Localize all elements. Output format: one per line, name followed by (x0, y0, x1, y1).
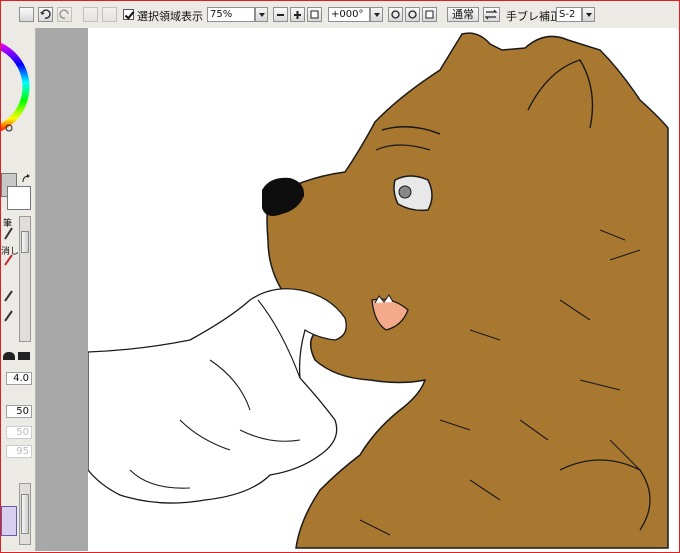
opacity-field[interactable]: 50 (6, 426, 32, 439)
deselect-button[interactable] (83, 7, 98, 22)
settings-scroll-thumb[interactable] (21, 494, 29, 534)
menu-dropdown-button[interactable] (19, 7, 34, 22)
stabilizer-label: 手ブレ補正 (506, 10, 561, 23)
human-hand (88, 288, 347, 504)
stabilizer-dropdown-button[interactable] (582, 7, 595, 22)
rotate-left-icon (391, 10, 400, 19)
plus-icon (294, 11, 301, 19)
undo-button[interactable] (38, 7, 53, 22)
settings-scrollbar[interactable] (19, 483, 31, 545)
brush-size-field[interactable]: 4.0 (6, 372, 32, 385)
brush-shape-flat-icon[interactable] (18, 352, 30, 360)
canvas-gutter (36, 28, 88, 551)
zoom-in-button[interactable] (290, 7, 305, 22)
color-wheel[interactable] (1, 32, 35, 152)
zoom-dropdown-button[interactable] (255, 7, 268, 22)
zoom-reset-button[interactable] (307, 7, 322, 22)
square-icon (425, 10, 434, 19)
rotate-left-button[interactable] (388, 7, 403, 22)
layer-thumbnail[interactable] (1, 506, 17, 536)
minus-icon (277, 14, 284, 16)
brush-list-scroll-thumb[interactable] (21, 231, 29, 253)
zoom-select[interactable]: 75% (207, 7, 255, 22)
rotate-right-button[interactable] (405, 7, 420, 22)
tool-side-panel: 筆 消し 4.0 50 50 95 (1, 28, 36, 551)
brush-tool-icons[interactable] (3, 225, 15, 345)
toolbar: 選択領域表示 75% +000° 通常 手ブレ補正 S-2 (1, 1, 679, 29)
min-size-field[interactable]: 50 (6, 405, 32, 418)
brush-list-scrollbar[interactable] (19, 216, 31, 342)
drawing-canvas[interactable] (88, 28, 678, 551)
redo-button[interactable] (57, 7, 72, 22)
undo-icon (40, 9, 51, 19)
rotation-select[interactable]: +000° (328, 7, 370, 22)
bear-fill (266, 32, 669, 549)
blend-mode-button[interactable]: 通常 (447, 7, 479, 22)
flip-icon (484, 9, 498, 20)
stabilizer-select[interactable]: S-2 (556, 7, 582, 22)
brush-shape-round-icon[interactable] (3, 352, 15, 360)
rotation-dropdown-button[interactable] (370, 7, 383, 22)
artwork-bear-biting-finger (88, 32, 669, 549)
square-icon (310, 10, 319, 19)
show-selection-checkbox[interactable] (123, 9, 134, 20)
flip-horizontal-button[interactable] (483, 7, 500, 22)
swap-colors-icon[interactable] (21, 174, 31, 184)
trim-button[interactable] (102, 7, 117, 22)
rotation-reset-button[interactable] (422, 7, 437, 22)
redo-icon (59, 9, 69, 19)
background-color-swatch[interactable] (7, 186, 31, 210)
show-selection-label: 選択領域表示 (137, 10, 203, 23)
density-field[interactable]: 95 (6, 445, 32, 458)
rotate-right-icon (408, 10, 417, 19)
zoom-out-button[interactable] (273, 7, 288, 22)
